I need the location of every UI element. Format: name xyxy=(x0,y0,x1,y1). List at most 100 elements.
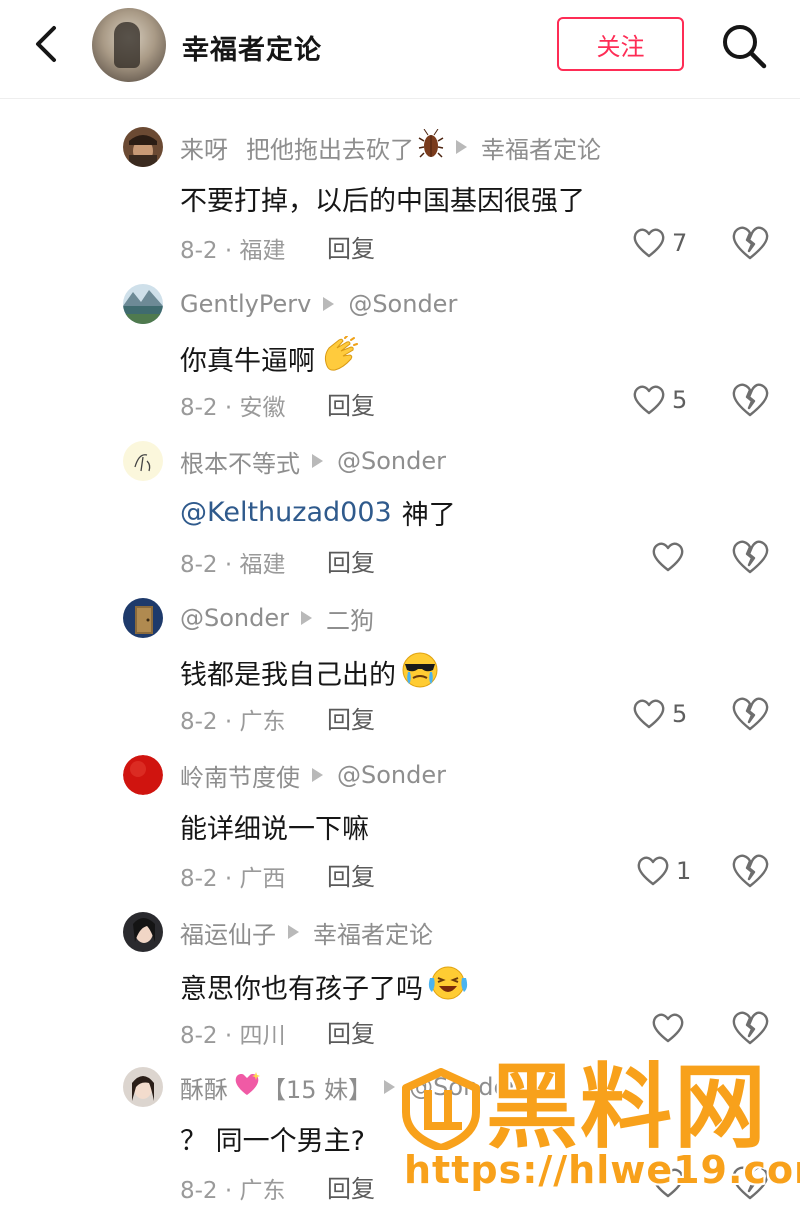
reply-target[interactable]: @Sonder xyxy=(337,447,446,475)
reply-button[interactable]: 回复 xyxy=(327,543,375,578)
back-button[interactable] xyxy=(28,22,68,66)
follow-button[interactable]: 关注 xyxy=(557,17,684,71)
reply-target[interactable]: @Sonder xyxy=(348,290,457,318)
like-button[interactable]: 5 xyxy=(632,380,687,420)
comment-text: 你真牛逼啊 xyxy=(180,346,315,377)
sparkling-heart-emoji xyxy=(232,1070,262,1104)
reply-arrow-icon xyxy=(288,925,299,939)
comment-text: 钱都是我自己出的 xyxy=(180,660,396,691)
comment-text: 不要打掉，以后的中国基因很强了 xyxy=(180,186,585,217)
laughing-crying-emoji xyxy=(427,964,469,1009)
comment-author[interactable]: 福运仙子 xyxy=(180,915,276,950)
comment-meta: @Sonder 二狗 xyxy=(180,600,374,636)
red-circle-avatar[interactable] xyxy=(123,755,163,795)
comment-meta: 来呀 把他拖出去砍了 幸福者定论 xyxy=(180,128,601,165)
broken-heart-icon xyxy=(732,1011,769,1045)
page-title: 幸福者定论 xyxy=(182,35,322,66)
comment-date-location: 8-2 · 广东 xyxy=(180,1178,286,1204)
comment-author[interactable]: 酥酥 xyxy=(180,1070,228,1105)
reply-button[interactable]: 回复 xyxy=(327,700,375,735)
reply-button[interactable]: 回复 xyxy=(327,1014,375,1049)
like-button[interactable]: 5 xyxy=(632,694,687,734)
comment-author[interactable]: @Sonder xyxy=(180,604,289,632)
reply-arrow-icon xyxy=(456,140,467,154)
reply-target[interactable]: 幸福者定论 xyxy=(481,130,601,165)
reply-target[interactable]: 幸福者定论 xyxy=(313,915,433,950)
watermark-url: https://hlwe19.com xyxy=(404,1148,800,1192)
comment-author[interactable]: 岭南节度使 xyxy=(180,758,300,793)
comment-date-location: 8-2 · 福建 xyxy=(180,238,286,264)
like-button[interactable] xyxy=(651,1008,685,1048)
comment-content: 钱都是我自己出的 xyxy=(180,650,440,695)
comment-date-location: 8-2 · 福建 xyxy=(180,552,286,578)
comment-meta: 岭南节度使 @Sonder xyxy=(180,757,446,793)
comment-content: 你真牛逼啊 xyxy=(180,335,359,381)
girl-avatar[interactable] xyxy=(123,1067,163,1107)
sketch-avatar[interactable] xyxy=(123,441,163,481)
comment-item: 福运仙子 幸福者定论 意思你也有孩子了吗 8-2 · 四川 回复 xyxy=(0,912,800,1069)
mention-link[interactable]: @Kelthuzad003 xyxy=(180,497,392,528)
heart-icon xyxy=(633,228,665,258)
like-button[interactable] xyxy=(651,537,685,577)
reply-arrow-icon xyxy=(384,1080,396,1094)
reply-target[interactable]: @Sonder xyxy=(337,761,446,789)
like-button[interactable]: 7 xyxy=(632,223,687,263)
comment-date-location: 8-2 · 广东 xyxy=(180,709,286,735)
watermark-logo-icon xyxy=(400,1068,482,1152)
comment-author[interactable]: 根本不等式 xyxy=(180,444,300,479)
comment-content: @Kelthuzad003 神了 xyxy=(180,493,456,532)
comment-author-tail: 把他拖出去砍了 xyxy=(246,135,414,164)
reply-arrow-icon xyxy=(312,454,323,468)
comment-date-location: 8-2 · 四川 xyxy=(180,1023,286,1049)
comment-item: 根本不等式 @Sonder @Kelthuzad003 神了 8-2 · 福建 … xyxy=(0,441,800,598)
dislike-button[interactable] xyxy=(730,380,770,420)
comment-item: @Sonder 二狗 钱都是我自己出的 8-2 · 广东 回复 5 xyxy=(0,598,800,755)
reply-target[interactable]: 二狗 xyxy=(326,601,374,636)
comment-meta: 根本不等式 @Sonder xyxy=(180,443,446,479)
comment-text: 能详细说一下嘛 xyxy=(180,814,369,845)
search-icon xyxy=(723,25,767,69)
comment-item: 岭南节度使 @Sonder 能详细说一下嘛 8-2 · 广西 回复 1 xyxy=(0,755,800,912)
top-bar: 幸福者定论 关注 xyxy=(0,0,800,99)
watermark-brand: 黑料网 xyxy=(486,1054,769,1161)
broken-heart-icon xyxy=(732,540,769,574)
comment-item: 来呀 把他拖出去砍了 幸福者定论 不要打掉，以后的中国基因很强了 8-2 · 福… xyxy=(0,127,800,284)
comment-content: 意思你也有孩子了吗 xyxy=(180,964,469,1009)
profile-avatar[interactable] xyxy=(92,8,166,82)
dislike-button[interactable] xyxy=(730,1008,770,1048)
comment-meta: 福运仙子 幸福者定论 xyxy=(180,914,433,950)
reply-button[interactable]: 回复 xyxy=(327,1169,375,1204)
comment-author[interactable]: 来呀 xyxy=(180,130,228,165)
reply-button[interactable]: 回复 xyxy=(327,386,375,421)
broken-heart-icon xyxy=(732,226,769,260)
sunglasses-crying-emoji xyxy=(400,650,440,695)
dislike-button[interactable] xyxy=(730,851,770,891)
broken-heart-icon xyxy=(732,854,769,888)
like-count: 1 xyxy=(676,857,692,885)
reply-button[interactable]: 回复 xyxy=(327,857,375,892)
like-count: 5 xyxy=(672,700,688,728)
like-count: 5 xyxy=(672,386,688,414)
dislike-button[interactable] xyxy=(730,694,770,734)
comment-text: 意思你也有孩子了吗 xyxy=(180,974,423,1005)
heart-icon xyxy=(633,699,665,729)
comment-author-tail: 【15 妹】 xyxy=(262,1075,373,1104)
lake-avatar[interactable] xyxy=(123,284,163,324)
pirate-avatar[interactable] xyxy=(123,127,163,167)
like-button[interactable]: 1 xyxy=(636,851,691,891)
door-avatar[interactable] xyxy=(123,598,163,638)
dislike-button[interactable] xyxy=(730,223,770,263)
heart-icon xyxy=(652,542,684,572)
comment-date-location: 8-2 · 广西 xyxy=(180,866,286,892)
comment-item: GentlyPerv @Sonder 你真牛逼啊 8-2 · 安徽 回复 5 xyxy=(0,284,800,441)
chevron-left-icon xyxy=(36,26,56,62)
portrait-avatar[interactable] xyxy=(123,912,163,952)
cockroach-emoji xyxy=(418,128,444,165)
broken-heart-icon xyxy=(732,383,769,417)
dislike-button[interactable] xyxy=(730,537,770,577)
heart-icon xyxy=(652,1013,684,1043)
comment-author[interactable]: GentlyPerv xyxy=(180,290,311,318)
search-button[interactable] xyxy=(718,20,770,72)
heart-icon xyxy=(633,385,665,415)
reply-button[interactable]: 回复 xyxy=(327,229,375,264)
